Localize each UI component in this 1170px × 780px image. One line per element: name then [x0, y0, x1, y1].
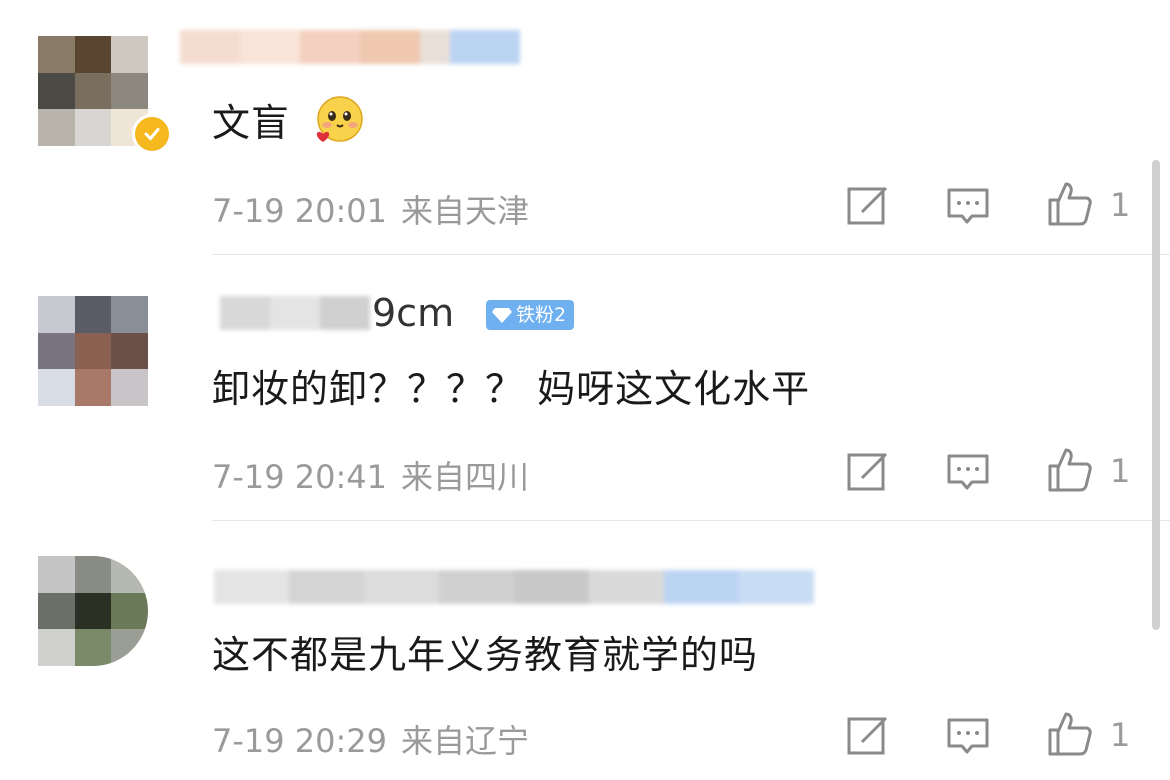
username-blurred[interactable] — [214, 570, 814, 604]
comment-list-page: 文盲 7-19 20:01 来自天津 1 9cm 铁粉2 卸妆的卸？？？？ 妈呀… — [0, 0, 1170, 780]
fan-badge: 铁粉2 — [486, 300, 575, 330]
thumbs-up-icon[interactable] — [1046, 710, 1094, 758]
comment-text: 这不都是九年义务教育就学的吗 — [212, 633, 759, 677]
divider — [212, 254, 1170, 255]
comment-time: 7-19 20:41 — [212, 458, 388, 496]
divider — [212, 520, 1170, 521]
comment-bubble-icon[interactable] — [946, 714, 990, 758]
username-blurred[interactable] — [180, 30, 520, 64]
avatar[interactable] — [38, 296, 148, 406]
like-count: 1 — [1110, 452, 1131, 490]
verified-badge-icon — [132, 114, 172, 154]
edit-square-icon[interactable] — [846, 450, 890, 494]
comment-bubble-icon[interactable] — [946, 184, 990, 228]
comment-meta: 7-19 20:01 来自天津 — [212, 186, 529, 232]
comment-time: 7-19 20:01 — [212, 192, 388, 230]
flushed-heart-emoji-icon — [311, 94, 365, 157]
comment-location: 来自四川 — [401, 458, 530, 496]
diamond-icon — [492, 308, 512, 323]
username-partial[interactable]: 9cm — [372, 292, 454, 328]
comment-meta: 7-19 20:29 来自辽宁 — [212, 716, 529, 762]
comment-bubble-icon[interactable] — [946, 450, 990, 494]
thumbs-up-icon[interactable] — [1046, 180, 1094, 228]
comment-text: 卸妆的卸？？？？ 妈呀这文化水平 — [212, 367, 811, 411]
username-blurred[interactable] — [220, 296, 370, 330]
like-count: 1 — [1110, 716, 1131, 754]
comment-text: 文盲 — [212, 92, 365, 157]
comment-time: 7-19 20:29 — [212, 722, 388, 760]
comment-location: 来自辽宁 — [401, 722, 530, 760]
edit-square-icon[interactable] — [846, 184, 890, 228]
edit-square-icon[interactable] — [846, 714, 890, 758]
scrollbar[interactable] — [1152, 160, 1160, 630]
avatar[interactable] — [38, 556, 148, 666]
like-count: 1 — [1110, 186, 1131, 224]
fan-badge-label: 铁粉2 — [516, 304, 567, 326]
comment-item: 文盲 7-19 20:01 来自天津 1 — [0, 0, 1170, 255]
comment-text-content: 文盲 — [212, 101, 291, 145]
comment-meta: 7-19 20:41 来自四川 — [212, 452, 529, 498]
thumbs-up-icon[interactable] — [1046, 446, 1094, 494]
comment-location: 来自天津 — [401, 192, 530, 230]
